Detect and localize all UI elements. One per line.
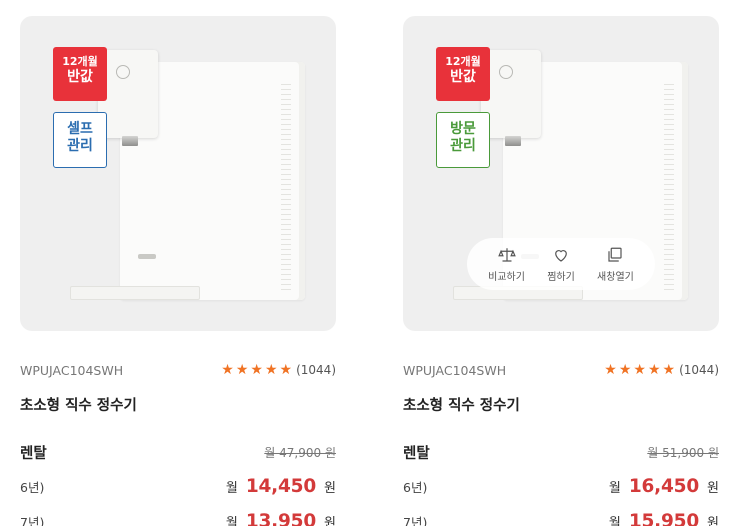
self-care-badge: 셀프 관리 (53, 112, 107, 168)
contract-term: 6년) (403, 479, 428, 495)
price-row: 7년) 월 15,950 원 (403, 509, 719, 526)
review-count: (1044) (679, 363, 719, 377)
star-icon: ★ (647, 362, 661, 378)
rating[interactable]: ★ ★ ★ ★ ★ (1044) (602, 363, 719, 377)
purifier-nozzle (122, 136, 138, 146)
original-price: 월 47,900 원 (264, 445, 336, 460)
price-type-label: 렌탈 (20, 445, 47, 462)
star-icon: ★ (250, 362, 263, 378)
contract-term: 7년) (403, 514, 428, 526)
product-name[interactable]: 초소형 직수 정수기 (20, 394, 336, 415)
product-card[interactable]: 12개월 반값 셀프 관리 WPUJAC104SWH ★ ★ ★ ★ ★ (10… (20, 16, 336, 526)
purifier-head (98, 50, 158, 138)
product-thumbnail[interactable]: 12개월 반값 방문 관리 비교하기 찜하기 새창열기 (403, 16, 719, 331)
brand-logo (138, 254, 156, 259)
monthly-price: 16,450 (628, 475, 700, 497)
visit-care-badge: 방문 관리 (436, 112, 490, 168)
price-row: 7년) 월 13,950 원 (20, 509, 336, 526)
purifier-head (481, 50, 541, 138)
review-count: (1044) (296, 363, 336, 377)
star-icon: ★ (618, 362, 632, 378)
quick-actions: 비교하기 찜하기 새창열기 (467, 238, 655, 290)
star-icon: ★ (235, 362, 249, 378)
half-price-badge: 12개월 반값 (53, 47, 107, 101)
product-thumbnail[interactable]: 12개월 반값 셀프 관리 (20, 16, 336, 331)
scale-icon (497, 247, 516, 262)
star-icon: ★ (279, 362, 293, 378)
model-code: WPUJAC104SWH (403, 362, 507, 378)
contract-term: 7년) (20, 514, 45, 526)
product-image (70, 50, 308, 300)
price-type-label: 렌탈 (403, 445, 430, 462)
monthly-price: 13,950 (245, 510, 317, 526)
star-icon: ★ (264, 362, 278, 378)
new-window-icon (608, 247, 623, 262)
rating[interactable]: ★ ★ ★ ★ ★ (1044) (219, 363, 336, 377)
star-icon: ★ (221, 362, 234, 378)
original-price: 월 51,900 원 (647, 445, 719, 460)
product-card[interactable]: 12개월 반값 방문 관리 비교하기 찜하기 새창열기 WPUJAC104SWH… (403, 16, 719, 526)
monthly-price: 15,950 (628, 510, 700, 526)
open-new-window-button[interactable]: 새창열기 (597, 246, 634, 283)
star-icon: ★ (633, 362, 646, 378)
contract-term: 6년) (20, 479, 45, 495)
product-name[interactable]: 초소형 직수 정수기 (403, 394, 719, 415)
purifier-nozzle (505, 136, 521, 146)
half-price-badge: 12개월 반값 (436, 47, 490, 101)
price-row: 6년) 월 14,450 원 (20, 475, 336, 497)
price-row: 6년) 월 16,450 원 (403, 475, 719, 497)
heart-icon (555, 249, 567, 262)
monthly-price: 14,450 (245, 475, 317, 497)
star-icon: ★ (662, 362, 676, 378)
compare-button[interactable]: 비교하기 (488, 246, 525, 283)
model-code: WPUJAC104SWH (20, 362, 124, 378)
star-icon: ★ (604, 362, 617, 378)
drip-tray (70, 286, 200, 300)
wishlist-button[interactable]: 찜하기 (547, 246, 575, 283)
